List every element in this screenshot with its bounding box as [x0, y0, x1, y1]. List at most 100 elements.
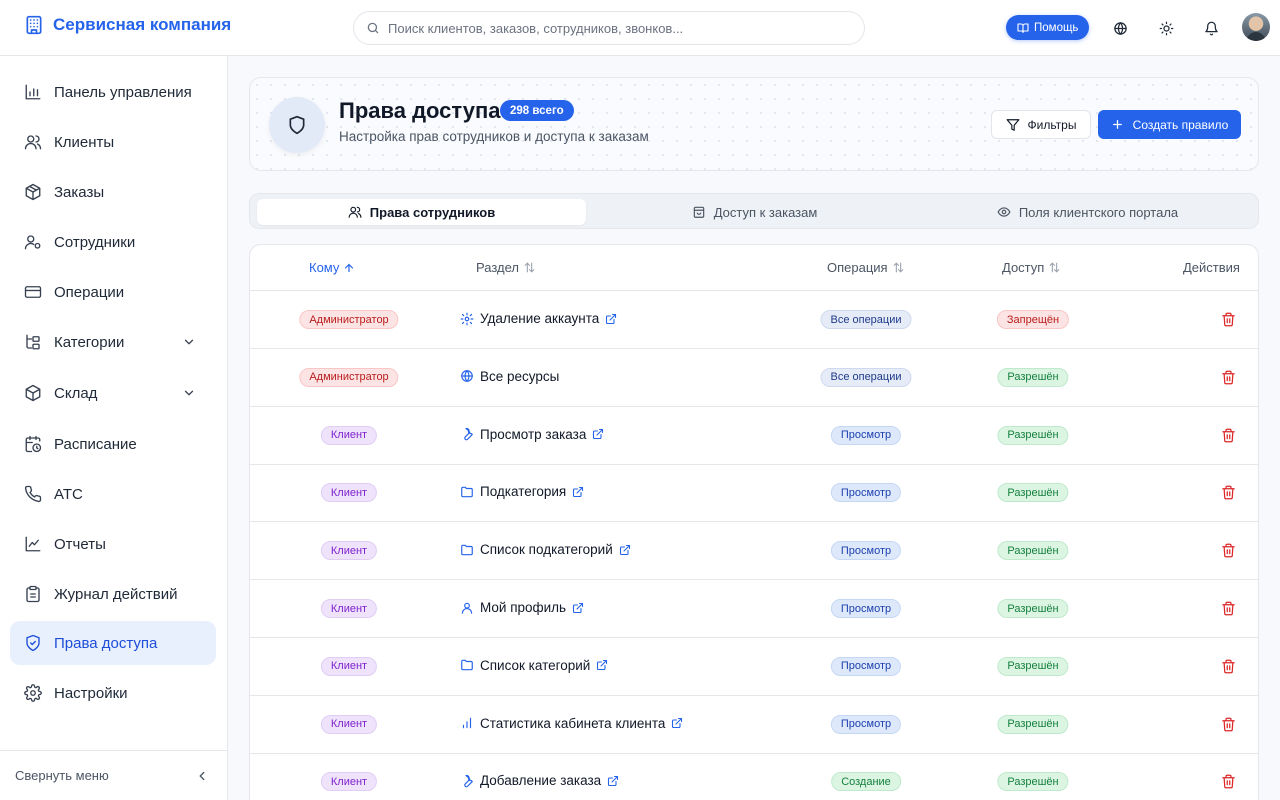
language-button[interactable] [1110, 18, 1130, 38]
table-row: Клиент Статистика кабинета клиента Просмот… [250, 696, 1258, 754]
trash-icon[interactable] [1221, 485, 1236, 500]
sidebar-item-label: Склад [54, 384, 98, 402]
theme-toggle[interactable] [1156, 18, 1176, 38]
external-link-icon[interactable] [596, 659, 608, 671]
role-badge: Администратор [299, 310, 399, 329]
column-section[interactable]: Раздел [476, 260, 536, 275]
sidebar-item-dashboard[interactable]: Панель управления [10, 70, 216, 114]
sidebar-item-pbx[interactable]: АТС [10, 472, 216, 516]
trash-icon[interactable] [1221, 312, 1236, 327]
section-link[interactable]: Просмотр заказа [460, 427, 604, 442]
shield-icon [289, 115, 305, 135]
sidebar-item-categories[interactable]: Категории [10, 320, 216, 364]
column-operation[interactable]: Операция [827, 260, 905, 275]
box-icon [25, 384, 41, 402]
global-search[interactable] [353, 11, 865, 45]
create-rule-button[interactable]: Создать правило [1098, 110, 1241, 139]
section-link[interactable]: Все ресурсы [460, 369, 559, 384]
sidebar-item-activity-log[interactable]: Журнал действий [10, 572, 216, 616]
trash-icon[interactable] [1221, 428, 1236, 443]
sidebar-item-label: Журнал действий [54, 585, 178, 603]
tab-label: Доступ к заказам [713, 204, 818, 220]
section-name: Подкатегория [480, 484, 567, 500]
sidebar-item-reports[interactable]: Отчеты [10, 522, 216, 566]
external-link-icon[interactable] [605, 313, 617, 325]
sidebar-item-label: Заказы [54, 183, 105, 201]
sidebar-item-clients[interactable]: Клиенты [10, 120, 216, 164]
user-cog-icon [24, 235, 41, 250]
tab-client-portal-fields[interactable]: Поля клиентского портала [923, 199, 1252, 225]
sidebar-item-orders[interactable]: Заказы [10, 170, 216, 214]
top-bar: Сервисная компания Помощь [0, 0, 1280, 56]
section-link[interactable]: Добавление заказа [460, 773, 619, 788]
section-name: Статистика кабинета клиента [480, 715, 666, 731]
trash-icon[interactable] [1221, 601, 1236, 616]
sidebar-item-employees[interactable]: Сотрудники [10, 220, 216, 264]
section-link[interactable]: Мой профиль [460, 600, 584, 615]
section-link[interactable]: Статистика кабинета клиента [460, 716, 683, 731]
trash-icon[interactable] [1221, 370, 1236, 385]
column-label: Доступ [1002, 260, 1045, 275]
external-link-icon[interactable] [572, 486, 584, 498]
section-link[interactable]: Подкатегория [460, 484, 584, 499]
column-access[interactable]: Доступ [1002, 260, 1061, 275]
brand[interactable]: Сервисная компания [24, 15, 231, 35]
operation-badge: Просмотр [830, 483, 902, 503]
external-link-icon[interactable] [592, 428, 604, 440]
trash-icon[interactable] [1221, 774, 1236, 789]
tab-order-access[interactable]: Доступ к заказам [590, 199, 919, 225]
header-icon-circle [269, 97, 325, 153]
notifications-button[interactable] [1201, 18, 1221, 38]
user-avatar[interactable] [1242, 13, 1270, 41]
brand-name: Сервисная компания [53, 15, 232, 34]
access-badge: Разрешён [997, 483, 1069, 503]
plus-icon [1112, 120, 1122, 129]
user-icon [461, 602, 473, 614]
section-link[interactable]: Список подкатегорий [460, 542, 631, 557]
trash-icon[interactable] [1221, 717, 1236, 732]
globe-icon [461, 370, 473, 383]
trash-icon[interactable] [1221, 659, 1236, 674]
filters-button[interactable]: Фильтры [991, 110, 1091, 139]
chevron-left-icon [199, 771, 205, 781]
column-who[interactable]: Кому [309, 260, 355, 275]
gear-icon [460, 312, 474, 325]
access-badge: Разрешён [997, 425, 1069, 445]
collapse-menu[interactable]: Свернуть меню [0, 750, 227, 800]
section-name: Мой профиль [480, 600, 567, 615]
sidebar-item-schedule[interactable]: Расписание [10, 422, 216, 466]
role-badge: Клиент [320, 772, 378, 792]
sidebar-item-label: Права доступа [54, 634, 158, 652]
package-icon [25, 183, 41, 201]
table-row: Администратор Все ресурсы Все операции Разр… [250, 349, 1258, 407]
sort-icon [524, 262, 535, 273]
trash-icon[interactable] [1221, 543, 1236, 558]
tabs: Права сотрудников Доступ к заказам Поля … [249, 193, 1259, 229]
table-row: Клиент Список категорий Просмотр Разрешён [250, 638, 1258, 696]
access-badge: Разрешён [997, 772, 1069, 792]
sidebar-item-label: Сотрудники [54, 233, 136, 251]
external-link-icon[interactable] [619, 544, 631, 556]
sidebar-item-operations[interactable]: Операции [10, 270, 216, 314]
section-link[interactable]: Удаление аккаунта [460, 311, 617, 326]
external-link-icon[interactable] [572, 602, 584, 614]
create-rule-label: Создать правило [1132, 117, 1229, 132]
page-subtitle: Настройка прав сотрудников и доступа к з… [339, 129, 649, 144]
tab-label: Права сотрудников [369, 204, 496, 220]
bell-icon [1204, 21, 1218, 35]
access-badge: Запрещён [996, 310, 1070, 329]
bar-chart-icon [25, 84, 41, 100]
clipboard-icon [26, 585, 40, 603]
external-link-icon[interactable] [671, 717, 683, 729]
external-link-icon[interactable] [607, 775, 619, 787]
operation-badge: Все операции [820, 310, 912, 329]
tab-employee-rights[interactable]: Права сотрудников [257, 199, 586, 225]
sidebar-item-warehouse[interactable]: Склад [10, 371, 216, 415]
sidebar-item-access-rights[interactable]: Права доступа [10, 621, 216, 665]
section-link[interactable]: Список категорий [460, 658, 608, 673]
sidebar-item-settings[interactable]: Настройки [10, 671, 216, 715]
sort-icon [893, 262, 903, 273]
search-input[interactable] [388, 20, 848, 36]
sort-icon [1049, 262, 1060, 273]
help-button[interactable]: Помощь [1006, 15, 1090, 40]
